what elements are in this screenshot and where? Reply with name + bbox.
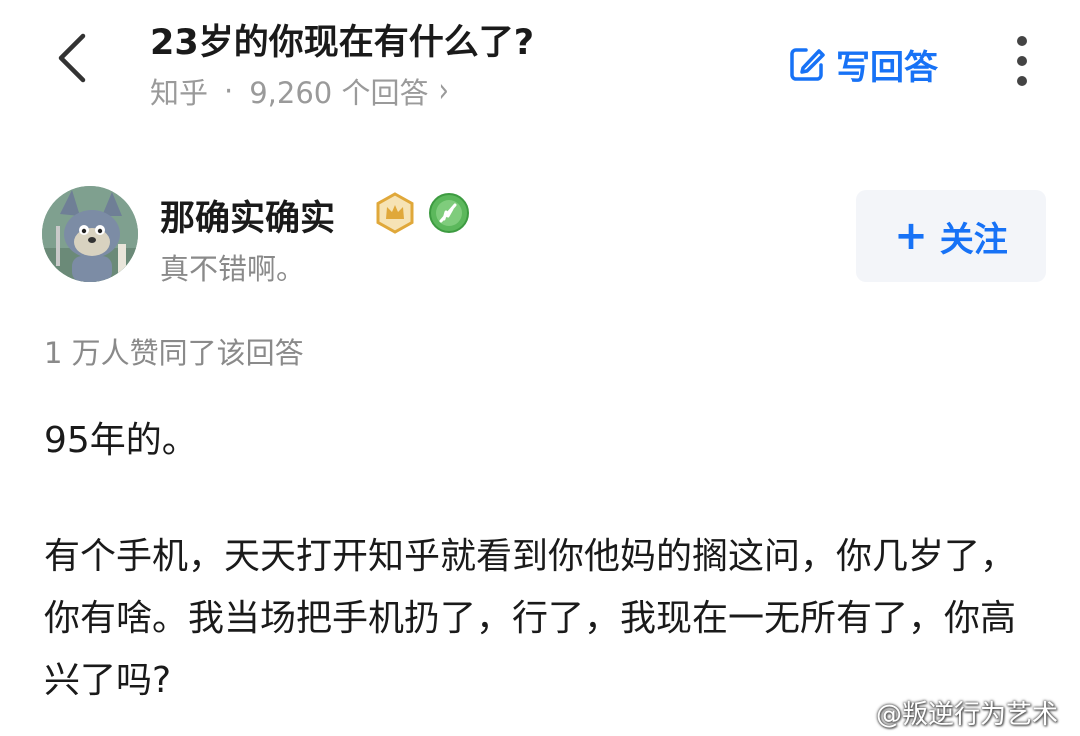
meta-separator: · [224,74,234,108]
write-answer-button[interactable]: 写回答 [788,40,938,88]
write-answer-label: 写回答 [836,47,938,88]
feather-badge-icon[interactable] [428,192,470,234]
watermark-text: @叛逆行为艺术 [876,699,1059,730]
avatar[interactable] [42,186,138,282]
author-bio: 真不错啊。 [160,252,306,286]
answer-content: 95年的。 有个手机，天天打开知乎就看到你他妈的搁这问，你几岁了，你有啥。我当场… [44,410,1034,712]
chevron-left-icon [55,32,89,88]
watermark: @叛逆行为艺术 [836,692,1058,732]
voteup-count: 1 万人赞同了该回答 [44,336,304,370]
answer-paragraph: 95年的。 [44,420,198,461]
question-title[interactable]: 23岁的你现在有什么了? [150,14,534,65]
crown-badge-icon[interactable] [374,192,416,234]
back-button[interactable] [48,30,96,90]
weibo-logo-icon [836,694,876,731]
more-vertical-icon[interactable] [1004,36,1040,86]
question-meta[interactable]: 知乎 · 9,260 个回答 › [150,70,449,112]
plus-icon: + [894,213,928,259]
follow-label: 关注 [939,219,1008,260]
chevron-right-icon: › [438,71,449,111]
source-label: 知乎 [150,76,209,110]
follow-button[interactable]: + 关注 [856,190,1046,282]
answer-paragraph: 有个手机，天天打开知乎就看到你他妈的搁这问，你几岁了，你有啥。我当场把手机扔了，… [44,536,1017,701]
author-name[interactable]: 那确实确实 [160,190,335,241]
edit-icon [788,45,826,83]
answer-count: 9,260 个回答 [249,76,429,110]
